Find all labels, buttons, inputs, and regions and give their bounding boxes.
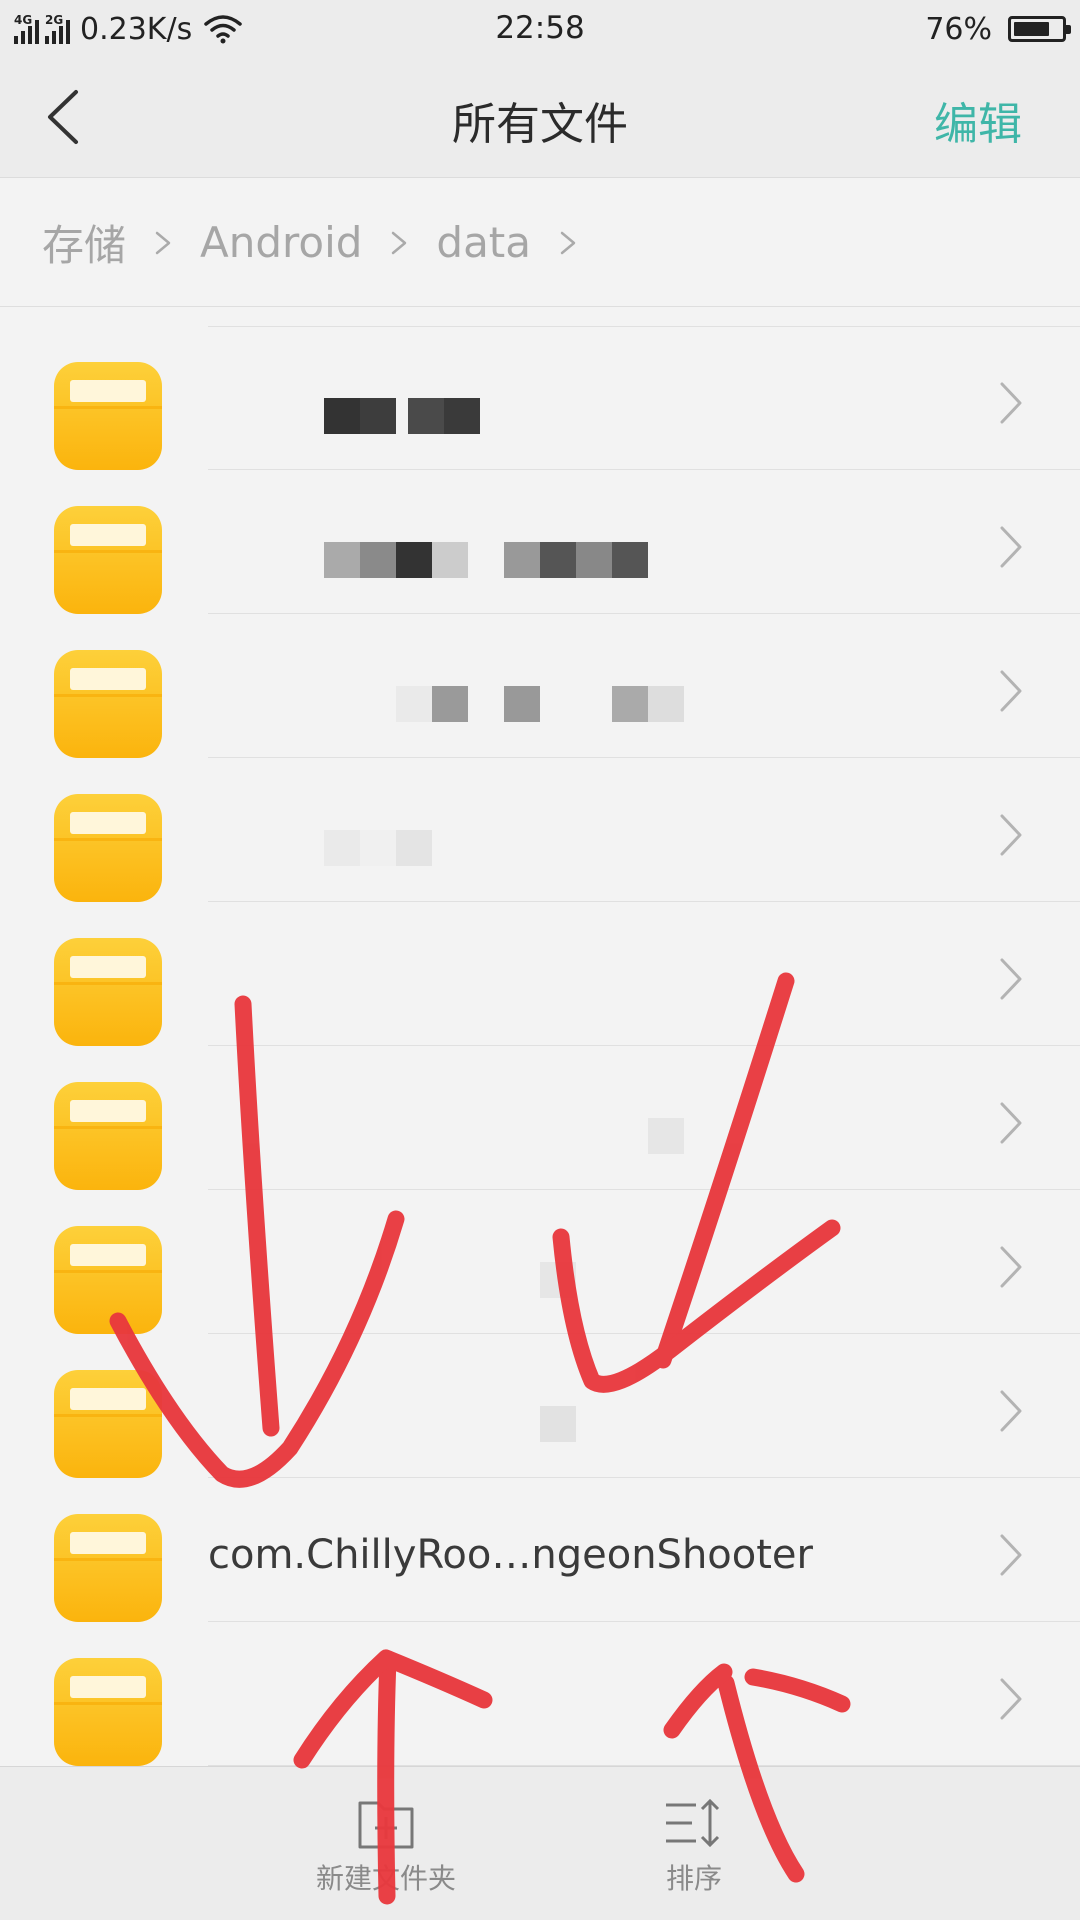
chevron-right-icon	[392, 231, 407, 254]
obscured-text	[324, 542, 360, 578]
app-header: 所有文件 编辑	[0, 58, 1080, 178]
sort-button[interactable]: 排序	[594, 1795, 794, 1897]
file-name: com.ChillyRoo…ngeonShooter	[208, 1532, 813, 1578]
breadcrumb-item-data[interactable]: data	[436, 218, 531, 267]
new-folder-icon	[358, 1801, 414, 1849]
obscured-text	[360, 398, 396, 434]
list-item[interactable]	[0, 902, 1080, 1046]
battery-fill	[1014, 22, 1049, 36]
folder-icon	[54, 362, 162, 470]
battery-tip	[1066, 25, 1071, 34]
edit-button[interactable]: 编辑	[934, 88, 1022, 152]
folder-icon	[54, 506, 162, 614]
new-folder-label: 新建文件夹	[315, 1862, 456, 1895]
folder-icon	[54, 1514, 162, 1622]
obscured-text	[504, 542, 540, 578]
status-time: 22:58	[495, 10, 585, 46]
obscured-text	[396, 686, 432, 722]
list-item[interactable]	[0, 470, 1080, 614]
folder-icon	[54, 308, 162, 310]
folder-icon	[54, 1082, 162, 1190]
chevron-right-icon	[560, 231, 576, 254]
obscured-text	[408, 398, 444, 434]
chevron-right-icon	[1000, 670, 1022, 712]
obscured-text	[648, 1118, 684, 1154]
row-divider	[208, 326, 1080, 327]
breadcrumb-item-storage[interactable]: 存储	[42, 212, 126, 273]
obscured-text	[504, 686, 540, 722]
obscured-text	[576, 542, 612, 578]
sort-label: 排序	[665, 1862, 722, 1895]
chevron-right-icon	[1000, 526, 1022, 568]
list-item[interactable]	[0, 1190, 1080, 1334]
obscured-text	[648, 686, 684, 722]
battery-percent: 76%	[925, 11, 992, 47]
obscured-text	[540, 542, 576, 578]
breadcrumb-item-android[interactable]: Android	[200, 218, 362, 267]
list-item[interactable]	[0, 758, 1080, 902]
battery-icon	[1008, 16, 1071, 42]
chevron-right-icon	[1000, 1678, 1022, 1720]
obscured-text	[396, 830, 432, 866]
new-folder-button[interactable]: 新建文件夹	[286, 1795, 486, 1897]
folder-icon	[54, 1226, 162, 1334]
obscured-text	[540, 1406, 576, 1442]
obscured-text	[432, 686, 468, 722]
status-bar: 4G 2G 0.23K/s 22:58 76%	[0, 0, 1080, 58]
folder-icon	[54, 938, 162, 1046]
list-item[interactable]	[0, 1046, 1080, 1190]
list-item[interactable]	[0, 326, 1080, 470]
folder-icon	[54, 1370, 162, 1478]
chevron-right-icon	[155, 231, 171, 254]
page-title: 所有文件	[452, 99, 628, 150]
chevron-right-icon	[1000, 958, 1022, 1000]
obscured-text	[432, 542, 468, 578]
obscured-text	[324, 830, 360, 866]
folder-icon	[54, 1658, 162, 1766]
obscured-text	[444, 398, 480, 434]
bottom-toolbar: 新建文件夹 排序	[0, 1766, 1080, 1920]
obscured-text	[612, 542, 648, 578]
file-list[interactable]: com.ChillyRoo…ngeonShooter	[0, 308, 1080, 1766]
list-item[interactable]	[0, 614, 1080, 758]
chevron-right-icon	[1000, 1534, 1022, 1576]
folder-icon	[54, 650, 162, 758]
chevron-right-icon	[1000, 1102, 1022, 1144]
breadcrumb: 存储 Android data	[0, 179, 1080, 307]
chevron-right-icon	[1000, 1390, 1022, 1432]
list-item[interactable]: com.ChillyRoo…ngeonShooter	[0, 1478, 1080, 1622]
status-right: 76%	[925, 8, 1071, 50]
list-item[interactable]	[0, 1622, 1080, 1766]
folder-icon	[54, 794, 162, 902]
obscured-text	[540, 1262, 576, 1298]
chevron-right-icon	[1000, 1246, 1022, 1288]
obscured-text	[324, 398, 360, 434]
list-item[interactable]	[0, 1334, 1080, 1478]
obscured-text	[396, 542, 432, 578]
obscured-text	[360, 542, 396, 578]
obscured-text	[612, 686, 648, 722]
sort-icon	[666, 1798, 720, 1848]
chevron-right-icon	[1000, 814, 1022, 856]
chevron-right-icon	[1000, 382, 1022, 424]
obscured-text	[360, 830, 396, 866]
